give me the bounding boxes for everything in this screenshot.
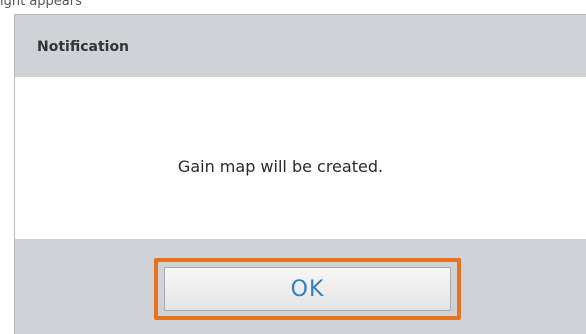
- background-text: ight appears: [0, 0, 82, 9]
- dialog-title: Notification: [37, 39, 130, 55]
- dialog-message: Gain map will be created.: [177, 157, 384, 176]
- ok-button-highlight: OK: [154, 258, 461, 320]
- dialog-title-bar: Notification: [15, 15, 586, 75]
- dialog-footer: OK: [15, 239, 586, 334]
- notification-dialog: Notification Gain map will be created. O…: [14, 14, 586, 334]
- ok-button[interactable]: OK: [164, 267, 451, 311]
- dialog-content: Gain map will be created.: [15, 77, 586, 239]
